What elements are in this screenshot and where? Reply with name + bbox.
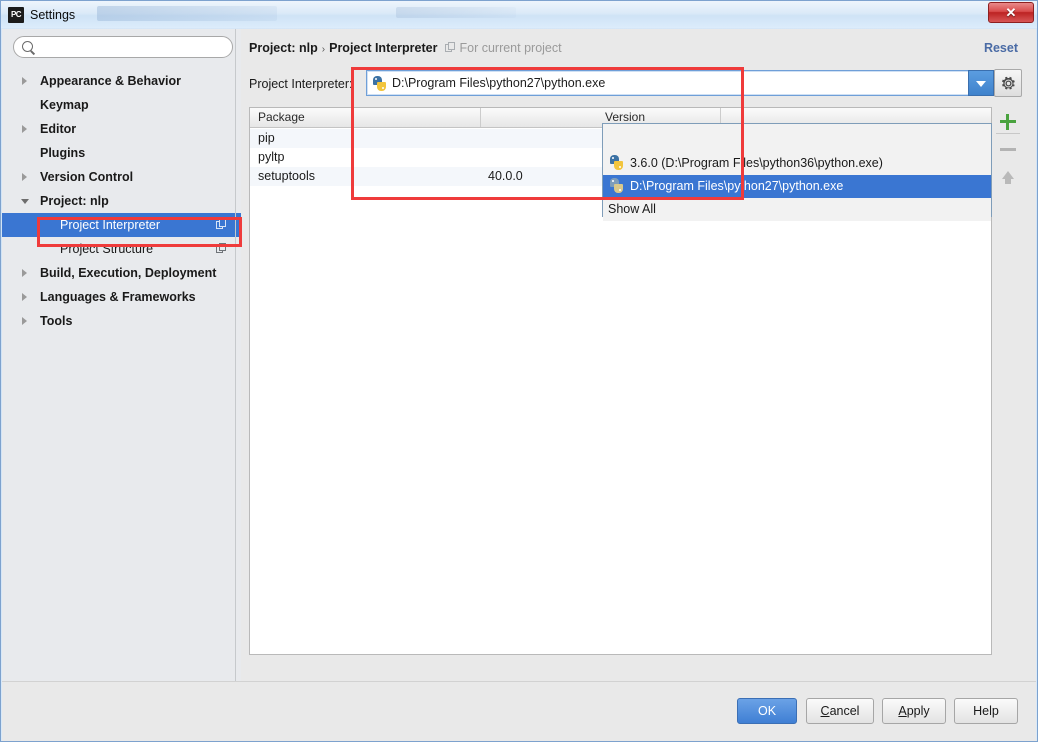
chevron-down-icon	[976, 81, 986, 87]
interpreter-settings-button[interactable]	[994, 69, 1022, 97]
sidebar-item-label: Tools	[40, 314, 73, 328]
package-version: 40.0.0	[488, 169, 523, 183]
apply-button[interactable]: Apply	[882, 698, 946, 724]
cancel-mnemonic: C	[820, 704, 830, 718]
project-interpreter-value: D:\Program Files\python27\python.exe	[392, 76, 606, 90]
close-window-button[interactable]: ✕	[988, 2, 1034, 23]
project-interpreter-label: Project Interpreter:	[249, 77, 353, 91]
sidebar-item-languages-frameworks[interactable]: Languages & Frameworks	[2, 285, 241, 309]
chevron-right-icon	[22, 77, 27, 85]
copy-icon	[216, 243, 227, 254]
sidebar-item-label: Project: nlp	[40, 194, 109, 208]
sidebar-item-version-control[interactable]: Version Control	[2, 165, 241, 189]
packages-toolbar	[994, 107, 1022, 227]
sidebar-item-appearance-behavior[interactable]: Appearance & Behavior	[2, 69, 241, 93]
chevron-right-icon	[22, 293, 27, 301]
column-header-version[interactable]: Version	[605, 110, 645, 124]
title-ghost-text-2	[396, 7, 516, 18]
ok-button[interactable]: OK	[737, 698, 797, 724]
sidebar-item-project-structure[interactable]: Project Structure	[2, 237, 241, 261]
help-button[interactable]: Help	[954, 698, 1018, 724]
dropdown-option-label: D:\Program Files\python27\python.exe	[630, 179, 844, 193]
cancel-button[interactable]: Cancel	[806, 698, 874, 724]
window-title: Settings	[30, 7, 76, 22]
sidebar-item-label: Project Interpreter	[60, 218, 161, 232]
sidebar-item-label: Project Structure	[60, 242, 154, 256]
dropdown-option-label: Show All	[608, 202, 656, 216]
column-divider[interactable]	[480, 108, 481, 127]
dropdown-top-gap	[603, 124, 991, 152]
package-name: pyltp	[258, 150, 285, 164]
sidebar-item-plugins[interactable]: Plugins	[2, 141, 241, 165]
sidebar-item-label: Plugins	[40, 146, 86, 160]
python-icon	[609, 178, 624, 193]
chevron-down-icon	[21, 199, 29, 204]
interpreter-dropdown-button[interactable]	[968, 70, 994, 96]
sidebar-item-label: Appearance & Behavior	[40, 74, 182, 88]
project-interpreter-combobox[interactable]: D:\Program Files\python27\python.exe	[366, 70, 974, 96]
settings-detail-pane: Project: nlp › Project Interpreter For curr…	[242, 29, 1036, 681]
chevron-right-icon	[22, 125, 27, 133]
python-icon	[372, 76, 387, 91]
sidebar-item-project-interpreter[interactable]: Project Interpreter	[2, 213, 241, 237]
cancel-label-rest: ancel	[829, 704, 860, 718]
breadcrumb-leaf: Project Interpreter	[329, 41, 438, 55]
package-name: pip	[258, 131, 275, 145]
sidebar-item-build-execution-deployment[interactable]: Build, Execution, Deployment	[2, 261, 241, 285]
dropdown-option-show-all[interactable]: Show All	[603, 198, 991, 221]
minus-icon	[1000, 148, 1016, 151]
title-bar: PC Settings ✕	[1, 1, 1037, 28]
scope-note: For current project	[445, 41, 562, 55]
column-header-package[interactable]: Package	[258, 110, 305, 124]
sidebar-item-label: Editor	[40, 122, 77, 136]
sidebar-item-project-nlp[interactable]: Project: nlp	[2, 189, 241, 213]
dialog-client-area: Appearance & Behavior Keymap Editor Plug…	[2, 29, 1036, 741]
apply-label-rest: pply	[906, 704, 930, 718]
reset-link[interactable]: Reset	[984, 41, 1018, 55]
breadcrumb-root[interactable]: Project: nlp	[249, 41, 318, 55]
settings-tree: Appearance & Behavior Keymap Editor Plug…	[2, 69, 241, 333]
add-package-button[interactable]	[994, 107, 1022, 135]
pane-divider[interactable]	[235, 29, 236, 681]
toolbar-divider	[996, 133, 1020, 134]
interpreter-dropdown-list: 3.6.0 (D:\Program Files\python36\python.…	[602, 123, 992, 221]
sidebar-item-keymap[interactable]: Keymap	[2, 93, 241, 117]
breadcrumb: Project: nlp › Project Interpreter For curr…	[249, 41, 562, 55]
dropdown-option-python27[interactable]: D:\Program Files\python27\python.exe	[603, 175, 991, 198]
sidebar-item-label: Build, Execution, Deployment	[40, 266, 217, 280]
sidebar-item-label: Keymap	[40, 98, 89, 112]
gear-icon	[1002, 76, 1015, 90]
remove-package-button[interactable]	[994, 135, 1022, 163]
sidebar-item-tools[interactable]: Tools	[2, 309, 241, 333]
dialog-button-bar: OK Cancel Apply Help	[2, 681, 1036, 739]
search-input[interactable]	[40, 39, 226, 56]
chevron-right-icon	[22, 269, 27, 277]
sidebar-item-label: Languages & Frameworks	[40, 290, 196, 304]
upgrade-package-button[interactable]	[994, 163, 1022, 191]
pycharm-app-icon: PC	[8, 6, 24, 23]
dropdown-option-python36[interactable]: 3.6.0 (D:\Program Files\python36\python.…	[603, 152, 991, 175]
package-name: setuptools	[258, 169, 315, 183]
copy-icon	[445, 42, 456, 53]
settings-sidebar: Appearance & Behavior Keymap Editor Plug…	[2, 29, 241, 681]
settings-window: PC Settings ✕ Appearance & Behavior Keym…	[0, 0, 1038, 742]
apply-mnemonic: A	[898, 704, 907, 718]
copy-icon	[216, 219, 227, 230]
breadcrumb-separator: ›	[321, 44, 326, 55]
sidebar-item-editor[interactable]: Editor	[2, 117, 241, 141]
scope-note-label: For current project	[459, 41, 562, 55]
python-icon	[609, 155, 624, 170]
dropdown-option-label: 3.6.0 (D:\Program Files\python36\python.…	[630, 156, 883, 170]
title-ghost-text-1	[97, 6, 277, 21]
chevron-right-icon	[22, 173, 27, 181]
search-icon	[22, 41, 33, 52]
search-box[interactable]	[13, 36, 233, 58]
chevron-right-icon	[22, 317, 27, 325]
sidebar-item-label: Version Control	[40, 170, 134, 184]
